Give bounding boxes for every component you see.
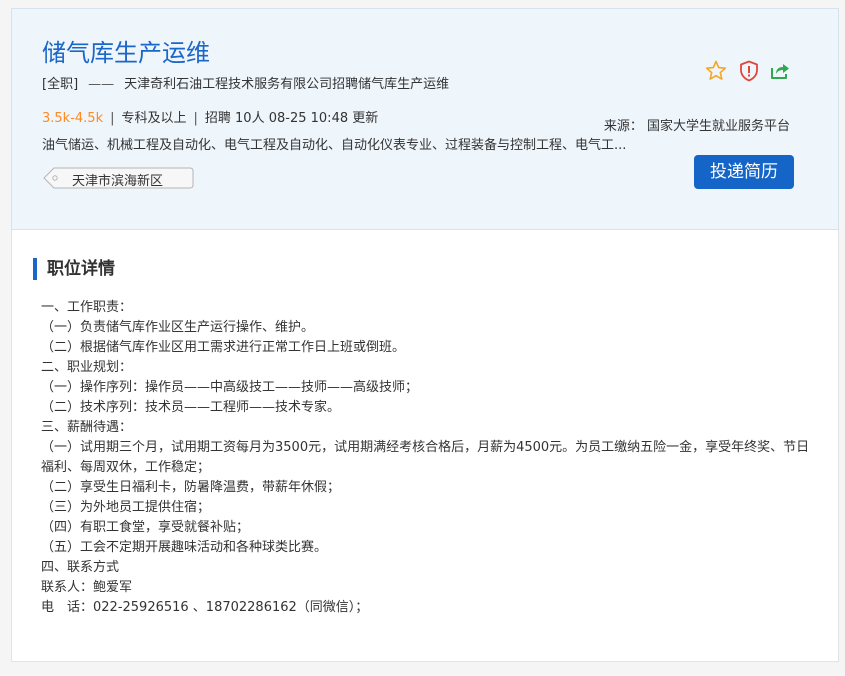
description-line: 电 话：022-25926516 、18702286162（同微信）； [41,600,369,615]
description-line: （一）试用期三个月，试用期工资每月为3500元，试用期满经考核合格后，月薪为45… [41,440,810,475]
major-requirements: 油气储运、机械工程及自动化、电气工程及自动化、自动化仪表专业、过程装备与控制工程… [42,138,627,153]
description-line: 联系人：鲍爱军 [41,580,133,595]
update-time: 08-25 10:48 更新 [268,111,379,126]
description-line: （二）根据储气库作业区用工需求进行正常工作日上班或倒班。 [41,340,406,355]
shield-alert-icon[interactable] [737,59,761,83]
description-line: （二）技术序列：技术员——工程师——技术专家。 [41,400,341,415]
education-requirement: 专科及以上 [121,111,187,126]
description-line: 二、职业规划： [41,360,133,375]
company-name-link[interactable]: 天津奇利石油工程技术服务有限公司招聘储气库生产运维 [124,77,449,92]
meta-separator: | [193,111,198,126]
salary: 3.5k-4.5k [42,111,104,126]
description-line: （二）享受生日福利卡，防暑降温费，带薪年休假； [41,480,341,495]
job-description: 一、工作职责： （一）负责储气库作业区生产运行操作、维护。 （二）根据储气库作业区用… [41,298,811,618]
company-line: [全职] —— 天津奇利石油工程技术服务有限公司招聘储气库生产运维 [42,73,449,92]
dash-separator: —— [88,77,115,92]
description-line: （三）为外地员工提供住宿； [41,500,211,515]
description-line: （一）操作序列：操作员——中高级技工——技师——高级技师； [41,380,419,395]
description-line: 三、薪酬待遇： [41,420,133,435]
location-tag: 天津市滨海新区 [42,167,194,189]
share-icon[interactable] [768,59,792,83]
description-line: （四）有职工食堂，享受就餐补贴； [41,520,250,535]
job-type: [全职] [42,77,79,92]
location-text: 天津市滨海新区 [72,174,164,189]
section-heading: 职位详情 [33,258,115,280]
description-line: 一、工作职责： [41,300,133,315]
source-info: 来源： 国家大学生就业服务平台 [603,119,790,134]
job-meta: 3.5k-4.5k | 专科及以上 | 招聘 10人 08-25 10:48 更新 [42,107,378,126]
description-line: （一）负责储气库作业区生产运行操作、维护。 [41,320,315,335]
job-detail-page: 储气库生产运维 [全职] —— 天津奇利石油工程技术服务有限公司招聘储气库生产运维 … [0,0,845,676]
description-line: 四、联系方式 [41,560,120,575]
job-title: 储气库生产运维 [42,39,210,67]
job-header-card: 储气库生产运维 [全职] —— 天津奇利石油工程技术服务有限公司招聘储气库生产运维 … [11,8,839,230]
star-icon[interactable] [704,59,728,83]
recruit-count: 招聘 10人 [204,111,265,126]
meta-separator: | [110,111,115,126]
job-detail-card: 职位详情 一、工作职责： （一）负责储气库作业区生产运行操作、维护。 （二）根据储气… [11,230,839,662]
description-line: （五）工会不定期开展趣味活动和各种球类比赛。 [41,540,328,555]
apply-resume-button[interactable]: 投递简历 [694,155,794,189]
